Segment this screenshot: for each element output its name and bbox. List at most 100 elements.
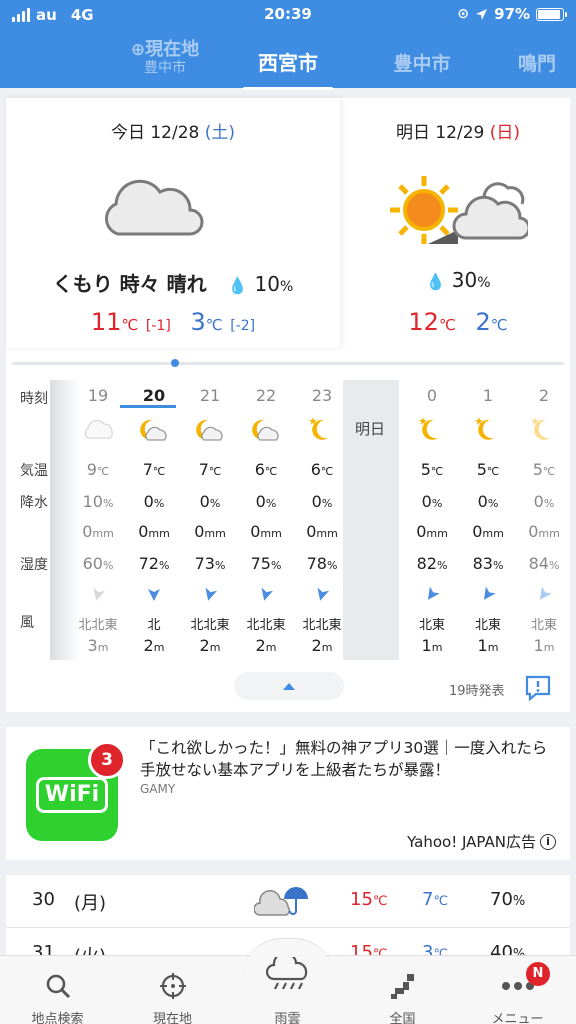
hour-precip-chance: 0% xyxy=(533,492,555,511)
rain-cloud-icon xyxy=(230,956,345,996)
ad-text[interactable]: 「これ欲しかった！」無料の神アプリ30選｜一度入れたら手放せない基本アプリを上級… xyxy=(140,737,560,781)
collapse-button[interactable] xyxy=(234,672,344,700)
feedback-icon[interactable] xyxy=(524,674,552,702)
ad-card[interactable]: WiFi 3 「これ欲しかった！」無料の神アプリ30選｜一度入れたら手放せない基… xyxy=(6,727,570,860)
hour-column: 20 7℃ 0% 0mm 72% 北 2m xyxy=(126,380,182,660)
hour-humidity: 78% xyxy=(306,554,338,573)
japan-map-icon xyxy=(345,966,460,1006)
weekly-weekday: (月) xyxy=(74,893,107,914)
hour-wind-speed: 1m xyxy=(533,636,555,655)
tab-toyonaka[interactable]: 豊中市 xyxy=(382,49,462,76)
wind-arrow-icon xyxy=(126,586,182,606)
hour-precip-mm: 0mm xyxy=(194,522,226,541)
nav-crosshair[interactable]: 現在地 xyxy=(115,956,230,1024)
hour-column: 23 6℃ 0% 0mm 78% 北北東 2m xyxy=(294,380,350,660)
nav-japan-map[interactable]: 全国 xyxy=(345,956,460,1024)
hour-precip-chance: 0% xyxy=(143,492,165,511)
nav-search[interactable]: 地点検索 xyxy=(0,956,115,1024)
ad-sponsor-label: Yahoo! JAPAN広告 xyxy=(407,833,536,851)
ad-badge: 3 xyxy=(88,741,126,779)
weekly-rain: 70% xyxy=(490,889,526,910)
sun-cloud-icon xyxy=(390,176,528,244)
today-rain-chance: 10 xyxy=(254,272,280,296)
hour-precip-mm: 0mm xyxy=(472,522,504,541)
hour-label: 0 xyxy=(426,386,438,405)
hour-column: 19 9℃ 10% 0mm 60% 北北東 3m xyxy=(70,380,126,660)
search-icon xyxy=(0,966,115,1006)
hour-label: 23 xyxy=(311,386,333,405)
hour-label: 2 xyxy=(538,386,550,405)
tab-nishinomiya[interactable]: 西宮市 xyxy=(240,47,336,90)
crosshair-icon: ⊕ xyxy=(130,40,146,60)
wind-arrow-icon xyxy=(182,586,238,606)
hour-precip-chance: 0% xyxy=(311,492,333,511)
location-arrow-icon xyxy=(476,8,488,20)
weather-icon xyxy=(238,414,294,450)
hour-precip-mm: 0mm xyxy=(528,522,560,541)
wind-arrow-icon xyxy=(404,586,460,606)
hour-precip-chance: 0% xyxy=(477,492,499,511)
tab-naruto[interactable]: 鳴門 xyxy=(518,49,576,76)
hour-wind-speed: 3m xyxy=(87,636,109,655)
hour-wind-speed: 1m xyxy=(421,636,443,655)
hour-precip-chance: 0% xyxy=(199,492,221,511)
wifi-logo: WiFi xyxy=(35,777,109,813)
rotation-lock-icon: ⊙ xyxy=(457,6,470,22)
today-low: 3 xyxy=(190,308,206,336)
ad-sponsor[interactable]: Yahoo! JAPAN広告 i xyxy=(407,831,556,852)
hour-precip-mm: 0mm xyxy=(416,522,448,541)
wind-arrow-icon xyxy=(70,586,126,606)
today-high: 11 xyxy=(90,308,122,336)
hour-precip-chance: 0% xyxy=(255,492,277,511)
hourly-table[interactable]: 時刻 気温 降水 湿度 風 明日 19 9℃ 10% 0mm 60% 北北東 3m 20 7℃ 0… xyxy=(6,380,570,660)
wind-arrow-icon xyxy=(238,586,294,606)
hour-column: 22 6℃ 0% 0mm 75% 北北東 2m xyxy=(238,380,294,660)
weather-icon xyxy=(70,414,126,450)
hour-precip-chance: 10% xyxy=(82,492,114,511)
weather-icon xyxy=(294,414,350,450)
hour-humidity: 82% xyxy=(416,554,448,573)
tomorrow-date: 明日 12/29 xyxy=(395,123,490,143)
tomorrow-rain-chance: 30 xyxy=(451,268,478,292)
today-forecast[interactable]: 今日 12/28 (土) くもり 時々 晴れ 💧 10% 11℃ [-1] 3℃… xyxy=(6,98,340,348)
nav-label: 現在地 xyxy=(152,1012,192,1024)
tab-label: 現在地 xyxy=(145,39,200,60)
weekly-row[interactable]: 30 (月) 15℃ 7℃ 70% xyxy=(6,875,570,928)
hour-column: 2 5℃ 0% 0mm 84% 北東 1m xyxy=(516,380,572,660)
hour-precip-mm: 0mm xyxy=(306,522,338,541)
raindrop-icon: 💧 xyxy=(227,276,248,295)
label-tomorrow: 明日 xyxy=(355,420,386,438)
hour-wind-speed: 2m xyxy=(199,636,221,655)
tomorrow-weekday: (日) xyxy=(489,123,521,143)
hour-temp: 5℃ xyxy=(532,460,556,479)
today-date: 今日 12/28 xyxy=(110,123,205,143)
hour-column: 0 5℃ 0% 0mm 82% 北東 1m xyxy=(404,380,460,660)
hour-humidity: 84% xyxy=(528,554,560,573)
hour-humidity: 83% xyxy=(472,554,504,573)
wind-arrow-icon xyxy=(516,586,572,606)
hour-precip-mm: 0mm xyxy=(250,522,282,541)
hour-temp: 7℃ xyxy=(142,460,166,479)
nav-rain-cloud[interactable]: 雨雲 xyxy=(230,956,345,1024)
tomorrow-forecast[interactable]: 明日 12/29 (日) 💧 30% 12℃ 2℃ xyxy=(346,98,570,348)
today-high-diff: [-1] xyxy=(145,318,171,334)
hour-wind-speed: 2m xyxy=(143,636,165,655)
hour-wind-dir: 北北東 xyxy=(78,618,118,633)
today-condition: くもり 時々 晴れ xyxy=(52,272,207,296)
hour-label: 20 xyxy=(142,386,166,405)
hour-wind-speed: 1m xyxy=(477,636,499,655)
weather-icon xyxy=(126,414,182,450)
hour-wind-dir: 北東 xyxy=(418,618,445,633)
raindrop-icon: 💧 xyxy=(425,272,446,291)
hour-wind-dir: 北北東 xyxy=(190,618,230,633)
hour-label: 22 xyxy=(255,386,277,405)
hour-temp: 6℃ xyxy=(310,460,334,479)
menu-badge: N xyxy=(526,962,550,986)
weather-icon xyxy=(460,414,516,450)
weather-icon xyxy=(404,414,460,450)
tab-current-location[interactable]: ⊕現在地 豊中市 xyxy=(100,40,230,77)
hour-temp: 6℃ xyxy=(254,460,278,479)
hour-label: 1 xyxy=(482,386,494,405)
nav-more[interactable]: メニュー N xyxy=(460,956,575,1024)
hour-wind-speed: 2m xyxy=(255,636,277,655)
